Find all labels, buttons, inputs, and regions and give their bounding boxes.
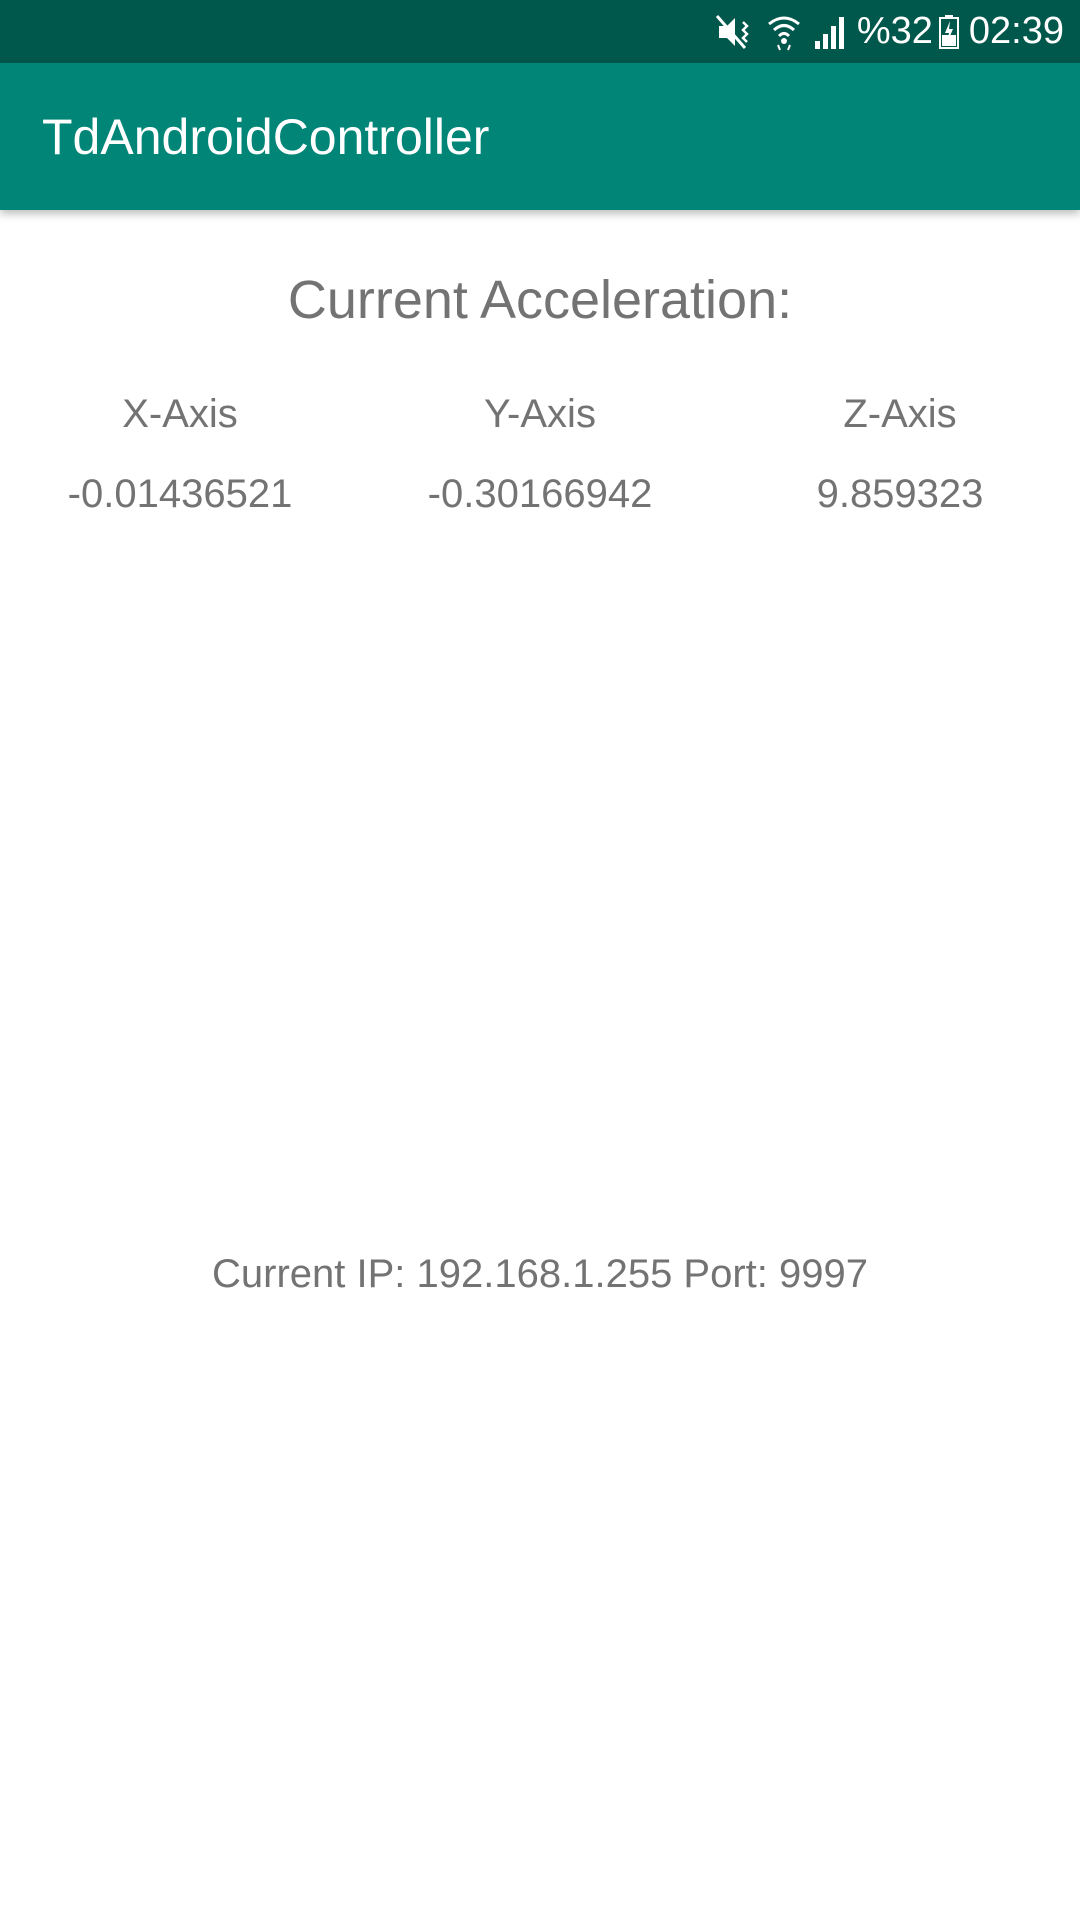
wifi-icon [767, 12, 801, 52]
status-time: 02:39 [968, 10, 1064, 52]
battery-charging-icon [938, 12, 959, 52]
mute-vibrate-icon [715, 12, 755, 52]
connection-info: Current IP: 192.168.1.255 Port: 9997 [212, 1252, 868, 1296]
acceleration-heading: Current Acceleration: [287, 270, 793, 330]
z-axis-value: 9.859323 [816, 472, 984, 516]
battery-percent: %32 [856, 10, 933, 52]
signal-icon [813, 12, 847, 52]
app-bar: TdAndroidController [0, 63, 1080, 210]
x-axis-value: -0.01436521 [67, 472, 293, 516]
app-title: TdAndroidController [42, 108, 490, 165]
y-axis-value: -0.30166942 [427, 472, 653, 516]
axis-values-row: -0.01436521 -0.30166942 9.859323 [0, 470, 1080, 518]
z-axis-label: Z-Axis [843, 392, 957, 436]
status-bar: %32 02:39 [0, 0, 1080, 63]
y-axis-label: Y-Axis [484, 392, 596, 436]
axis-labels-row: X-Axis Y-Axis Z-Axis [0, 390, 1080, 438]
x-axis-label: X-Axis [122, 392, 238, 436]
